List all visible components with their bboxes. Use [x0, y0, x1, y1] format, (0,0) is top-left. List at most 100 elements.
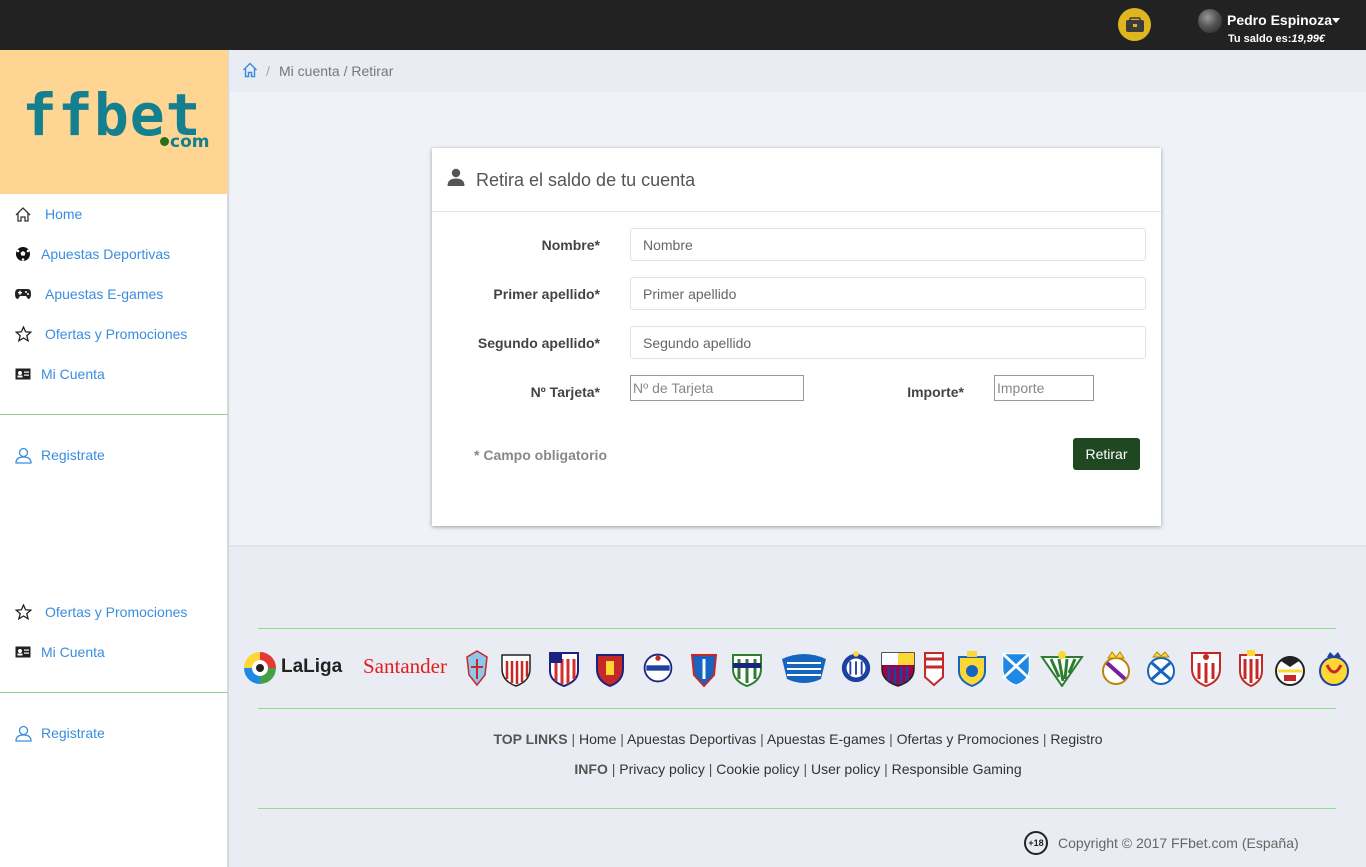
gamepad-icon [14, 285, 32, 303]
balance-amount: 19,99€ [1291, 33, 1326, 45]
sidebar-item-mi-cuenta[interactable]: Mi Cuenta [0, 637, 228, 667]
sidebar-item-label: Ofertas y Promociones [45, 326, 188, 342]
wallet-icon[interactable] [1118, 8, 1151, 41]
laliga-logo-icon [244, 652, 276, 684]
sidebar-item-label: Apuestas Deportivas [41, 246, 171, 262]
alaves-crest-icon [782, 654, 826, 683]
sidebar-item-label: Mi Cuenta [41, 366, 105, 382]
card-header: Retira el saldo de tu cuenta [432, 148, 1161, 212]
tarjeta-label: Nº Tarjeta* [530, 384, 600, 400]
star-icon [14, 603, 32, 621]
sidebar-item-ofertas[interactable]: Ofertas y Promociones [0, 597, 228, 627]
importe-label: Importe* [907, 384, 964, 400]
sidebar-item-label: Ofertas y Promociones [45, 604, 188, 620]
primer-apellido-input[interactable] [630, 277, 1146, 310]
required-note: * Campo obligatorio [474, 447, 607, 463]
footer-info-links: INFO | Privacy policy | Cookie policy | … [574, 761, 1022, 777]
id-card-icon [14, 365, 32, 383]
soccer-ball-icon [14, 245, 32, 263]
segundo-apellido-input[interactable] [630, 326, 1146, 359]
user-icon [14, 724, 32, 742]
divider [0, 414, 228, 415]
withdraw-form-card: Retira el saldo de tu cuenta Nombre* Pri… [432, 148, 1161, 526]
top-bar: Pedro Espinoza Tu saldo es:19,99€ [0, 0, 1366, 50]
tarjeta-input[interactable] [630, 375, 804, 401]
footer-link-responsible-gaming[interactable]: Responsible Gaming [892, 761, 1022, 777]
retirar-button[interactable]: Retirar [1073, 438, 1140, 470]
id-card-icon [14, 643, 32, 661]
espanyol-crest-icon [841, 651, 871, 683]
footer-link-user-policy[interactable]: User policy [811, 761, 880, 777]
sponsor-name: Santander [363, 654, 447, 678]
chevron-down-icon[interactable] [1332, 18, 1340, 23]
eibar-crest-icon [690, 654, 718, 687]
sidebar-item-label: Mi Cuenta [41, 644, 105, 660]
deportivo-crest-icon [643, 653, 673, 683]
real-madrid-crest-icon [1102, 651, 1130, 685]
star-icon [14, 325, 32, 343]
nombre-label: Nombre* [541, 237, 600, 253]
las-palmas-crest-icon [958, 651, 986, 687]
real-sociedad-crest-icon [1147, 651, 1175, 685]
footer-link-registro[interactable]: Registro [1050, 731, 1102, 747]
barcelona-crest-icon [881, 652, 915, 687]
nombre-input[interactable] [630, 228, 1146, 261]
sidebar-item-apuestas-egames[interactable]: Apuestas E-games [0, 279, 228, 309]
logo-dot [160, 137, 169, 146]
sidebar-item-label: Apuestas E-games [45, 286, 164, 302]
sidebar-item-label: Registrate [41, 725, 105, 741]
footer-link-apuestas-deportivas[interactable]: Apuestas Deportivas [627, 731, 756, 747]
sidebar-item-label: Home [45, 206, 83, 222]
footer-link-ofertas[interactable]: Ofertas y Promociones [897, 731, 1039, 747]
divider [230, 545, 1366, 547]
home-icon [14, 205, 32, 223]
granada-crest-icon [924, 652, 944, 687]
footer-top-links: TOP LINKS | Home | Apuestas Deportivas |… [493, 731, 1103, 747]
breadcrumb-separator: / [266, 63, 270, 79]
sidebar: ffbet com Home Apuestas Deportivas Apues… [0, 50, 229, 867]
sevilla-crest-icon [1191, 652, 1221, 687]
user-name[interactable]: Pedro Espinoza [1227, 12, 1332, 28]
sidebar-item-registrate[interactable]: Registrate [0, 440, 228, 470]
sidebar-item-mi-cuenta[interactable]: Mi Cuenta [0, 359, 228, 389]
sidebar-item-home[interactable]: Home [0, 199, 228, 229]
logo[interactable]: ffbet com [0, 50, 228, 194]
breadcrumb: / Mi cuenta / Retirar [230, 50, 1366, 92]
importe-input[interactable] [994, 375, 1094, 401]
avatar[interactable] [1198, 9, 1222, 33]
sporting-crest-icon [1239, 650, 1263, 687]
divider [258, 628, 1336, 629]
team-logos: LaLiga Santander [243, 645, 1355, 691]
footer-link-apuestas-egames[interactable]: Apuestas E-games [767, 731, 885, 747]
footer-link-cookie[interactable]: Cookie policy [716, 761, 799, 777]
atletico-crest-icon [549, 652, 579, 687]
league-name: LaLiga [281, 656, 343, 677]
segundo-apellido-label: Segundo apellido* [477, 335, 600, 351]
divider [0, 692, 228, 693]
valencia-crest-icon [1275, 656, 1305, 686]
villarreal-crest-icon [1319, 652, 1349, 686]
sidebar-item-ofertas[interactable]: Ofertas y Promociones [0, 319, 228, 349]
info-heading: INFO [574, 761, 608, 777]
footer-link-privacy[interactable]: Privacy policy [619, 761, 705, 777]
home-icon[interactable] [242, 62, 258, 83]
user-icon [14, 446, 32, 464]
age-restriction-badge: +18 [1024, 831, 1048, 855]
betis-crest-icon [1040, 651, 1084, 687]
athletic-crest-icon [501, 654, 531, 687]
divider [258, 808, 1336, 809]
footer-link-home[interactable]: Home [579, 731, 616, 747]
top-links-heading: TOP LINKS [493, 731, 568, 747]
malaga-crest-icon [1001, 652, 1031, 686]
user-icon [447, 168, 465, 191]
copyright: Copyright © 2017 FFbet.com (España) [1058, 835, 1299, 851]
breadcrumb-path: Mi cuenta / Retirar [279, 63, 394, 79]
sidebar-item-registrate[interactable]: Registrate [0, 718, 228, 748]
sidebar-item-apuestas-deportivas[interactable]: Apuestas Deportivas [0, 239, 228, 269]
celta-crest-icon [466, 650, 488, 687]
osasuna-crest-icon [596, 654, 624, 687]
card-title: Retira el saldo de tu cuenta [476, 170, 696, 190]
sidebar-item-label: Registrate [41, 447, 105, 463]
balance-label: Tu saldo es: [1228, 33, 1292, 45]
logo-suffix: com [170, 132, 210, 152]
